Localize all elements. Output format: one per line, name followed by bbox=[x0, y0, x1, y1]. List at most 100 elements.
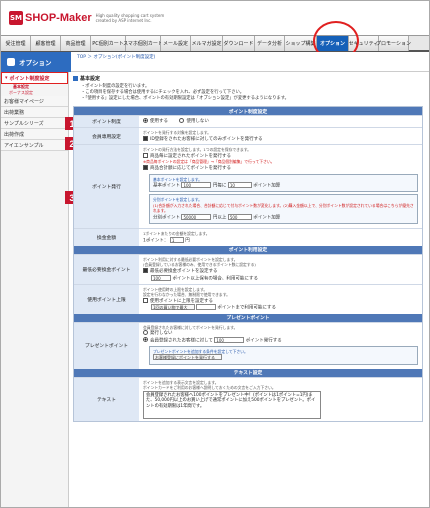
square-icon bbox=[73, 75, 78, 81]
sidebar-item-label: ポイント制度設定 bbox=[9, 75, 50, 82]
radio-notuse[interactable] bbox=[179, 118, 185, 123]
tier-point-red-note: (1)合計額が入力された場合、合計額に応じて付与ポイント数が変化します。(2)購… bbox=[153, 202, 414, 214]
present-point-input[interactable]: 100 bbox=[214, 336, 245, 343]
row-issue: ポイント発行 ポイントの発行方法を設定します。1つの設定を保存できます。 商品毎… bbox=[74, 144, 422, 229]
settings-table: ポイント制度設定 ポイント制度 使用する 使用しない 会員専用設定 ポイントを発… bbox=[73, 106, 423, 422]
radio-use[interactable] bbox=[143, 118, 148, 123]
note-line: ・「使用する」設定にした場合、ポイントの有効期限設定は「オプション設定」が変更す… bbox=[81, 96, 289, 101]
sidebar: ▾ ポイント制度設定 基本設定 ボーナス設定 お客様マイページ 出荷業務 サンプ… bbox=[1, 72, 69, 507]
section-title: 基本設定 bbox=[73, 74, 423, 82]
main-content: 基本設定 ・ポイント制度の設定を行います。 ・この項目を保存する場合は使用するに… bbox=[73, 74, 423, 507]
checkbox-min-point[interactable] bbox=[143, 268, 148, 273]
row-present: プレゼントポイント 会員登録されたお客様に対してポイントを発行します。 発行しな… bbox=[74, 321, 422, 369]
row-usage: ポイント制度 使用する 使用しない bbox=[74, 115, 422, 127]
basic-point-amount-input[interactable]: 100 bbox=[181, 182, 212, 189]
section-notes: ・ポイント制度の設定を行います。 ・この項目を保存する場合は使用するにチェックを… bbox=[73, 84, 423, 102]
sidebar-item-sample-series[interactable]: サンプルシリーズ bbox=[1, 118, 68, 129]
tab-orders[interactable]: 受注管理 bbox=[1, 36, 31, 51]
row-limit: 使用ポイント上限 ポイント使用時の上限を設定します。 設定を行わなかった場合、無… bbox=[74, 283, 422, 314]
checkbox-per-product-label: 商品毎に設定されたポイントを発行する bbox=[150, 153, 231, 159]
breadcrumb[interactable]: TOP ＞ オプション(ポイント制度設定) bbox=[77, 54, 155, 60]
tab-mail-settings[interactable]: メール設定 bbox=[161, 36, 191, 51]
basic-point-value-input[interactable]: 10 bbox=[227, 182, 252, 189]
tab-smartphone-cart[interactable]: スマホ個別カート bbox=[123, 36, 163, 51]
section-title-text: 基本設定 bbox=[80, 75, 101, 82]
tab-products[interactable]: 商品管理 bbox=[61, 36, 91, 51]
checkbox-total-amount[interactable] bbox=[143, 164, 148, 170]
tab-download[interactable]: ダウンロード bbox=[223, 36, 255, 51]
checkbox-min-label: 最低必要換金ポイントを設定する bbox=[150, 269, 218, 274]
label-text: テキスト bbox=[74, 377, 139, 421]
value-text: ポイントを追加する表示文言を設定します。 ポイントカードをご利用のお客様へ説明し… bbox=[139, 377, 422, 421]
member-note: ポイントを発行する対象を設定します。 bbox=[143, 130, 211, 135]
tab-newsletter[interactable]: メルマガ設定 bbox=[191, 36, 223, 51]
checkbox-per-product[interactable] bbox=[143, 152, 148, 158]
tab-pc-cart[interactable]: PC個別カート bbox=[91, 36, 126, 51]
tier-point-box: 分別ポイントを設定します。 (1)合計額が入力された場合、合計額に応じて付与ポイ… bbox=[149, 194, 418, 225]
label-limit: 使用ポイント上限 bbox=[74, 284, 139, 314]
tier-point-suffix: ポイント加算 bbox=[253, 215, 281, 221]
chevron-down-icon: ▾ bbox=[5, 75, 8, 81]
options-header: オプション bbox=[1, 52, 71, 72]
checkbox-total-label: 商品合計額に応じてポイントを発行する bbox=[150, 165, 231, 171]
bar-present: プレゼントポイント bbox=[74, 313, 422, 322]
radio-notuse-label: 使用しない bbox=[186, 119, 209, 124]
radio-present-member[interactable] bbox=[143, 337, 148, 343]
checkbox-member-label: ID登録をされたお客様に対してのみポイントを発行する bbox=[150, 136, 263, 142]
value-min: ポイント利用に対する最低必要ポイントを設定します。 (会員登録しているお客様のみ… bbox=[139, 254, 422, 284]
checkbox-member-only[interactable] bbox=[143, 135, 148, 141]
label-min: 最低必要換金ポイント bbox=[74, 254, 139, 284]
logo[interactable]: SM SHOP-Maker High quality shopping cart… bbox=[9, 11, 166, 25]
row-min: 最低必要換金ポイント ポイント利用に対する最低必要ポイントを設定します。 (会員… bbox=[74, 253, 422, 284]
price-prefix: 1ポイント： bbox=[143, 238, 169, 244]
tier-point-amount-input[interactable]: 50000 bbox=[181, 214, 212, 221]
basic-point-box: 基本ポイントを設定します。 基本ポイント 100 円毎に 10 ポイント加算 bbox=[149, 173, 418, 193]
tab-promotion[interactable]: プロモーション bbox=[376, 36, 411, 51]
sidebar-item-mypage[interactable]: お客様マイページ bbox=[1, 96, 68, 107]
logo-mark: SM bbox=[9, 11, 23, 25]
present-suffix: ポイント発行する bbox=[245, 338, 282, 344]
radio-use-label: 使用する bbox=[150, 119, 168, 124]
sidebar-item-sample[interactable]: アイエンサンプル bbox=[1, 140, 68, 151]
value-usage: 使用する 使用しない bbox=[139, 116, 422, 127]
value-issue: ポイントの発行方法を設定します。1つの設定を保存できます。 商品毎に設定されたポ… bbox=[139, 145, 422, 229]
checkbox-limit-label: 使用ポイントに上限を設定する bbox=[150, 298, 213, 304]
bar-text: テキスト設定 bbox=[74, 368, 422, 377]
value-limit: ポイント使用時の上限を設定します。 設定を行わなかった場合、無制限で使用できます… bbox=[139, 284, 422, 314]
tab-customers[interactable]: 顧客管理 bbox=[31, 36, 61, 51]
page-root: SM SHOP-Maker High quality shopping cart… bbox=[0, 0, 430, 508]
options-icon bbox=[7, 58, 15, 66]
label-present: プレゼントポイント bbox=[74, 322, 139, 369]
tier-point-value-input[interactable]: 500 bbox=[227, 214, 252, 221]
sidebar-item-point-settings[interactable]: ▾ ポイント制度設定 bbox=[1, 72, 68, 84]
tier-point-mid: 円以上 bbox=[212, 215, 227, 221]
price-input[interactable]: 1 bbox=[169, 236, 184, 243]
sidebar-item-create[interactable]: 出荷作成 bbox=[1, 129, 68, 140]
bar-usage: ポイント利用設定 bbox=[74, 245, 422, 254]
logo-text: SHOP-Maker bbox=[25, 12, 92, 24]
basic-point-label: 基本ポイント bbox=[153, 183, 180, 189]
app-header: SM SHOP-Maker High quality shopping cart… bbox=[1, 1, 429, 35]
min-point-input[interactable]: 100 bbox=[151, 274, 171, 281]
present-condition-select[interactable]: お客様登録にポイントを発行する bbox=[153, 354, 222, 361]
row-text: テキスト ポイントを追加する表示文言を設定します。 ポイントカードをご利用のお客… bbox=[74, 376, 422, 421]
min-point-suffix: ポイント以上保有の場合、利用可能にする bbox=[172, 276, 258, 282]
radio-present-none[interactable] bbox=[143, 330, 148, 336]
row-member: 会員専用設定 ポイントを発行する対象を設定します。 ID登録をされたお客様に対し… bbox=[74, 127, 422, 145]
options-title: オプション bbox=[19, 59, 52, 67]
sidebar-item-shipping[interactable]: 出荷業務 bbox=[1, 107, 68, 118]
price-note: 1ポイントあたりの金額を設定します。 bbox=[143, 231, 210, 237]
bar-basic: ポイント制度設定 bbox=[74, 107, 422, 115]
basic-point-suffix: ポイント加算 bbox=[253, 183, 281, 189]
checkbox-limit[interactable] bbox=[143, 297, 148, 303]
tab-analytics[interactable]: データ分析 bbox=[255, 36, 285, 51]
limit-suffix: ポイントまで利用可能にする bbox=[217, 305, 276, 311]
label-member: 会員専用設定 bbox=[74, 128, 139, 145]
limit-input[interactable] bbox=[195, 304, 216, 311]
limit-select[interactable]: 1回の買い物で最大 bbox=[151, 304, 195, 311]
value-price: 1ポイントあたりの金額を設定します。 1ポイント： 1 円 bbox=[139, 229, 422, 246]
price-suffix: 円 bbox=[185, 238, 190, 244]
radio-present-none-label: 発行しない bbox=[150, 331, 173, 337]
radio-present-member-label: 会員登録されたお客様に対して bbox=[150, 338, 213, 344]
text-textarea[interactable]: 会員登録されたお客様へ100ポイントをプレゼント中！(ポイントは1ポイント=1円… bbox=[143, 390, 321, 419]
